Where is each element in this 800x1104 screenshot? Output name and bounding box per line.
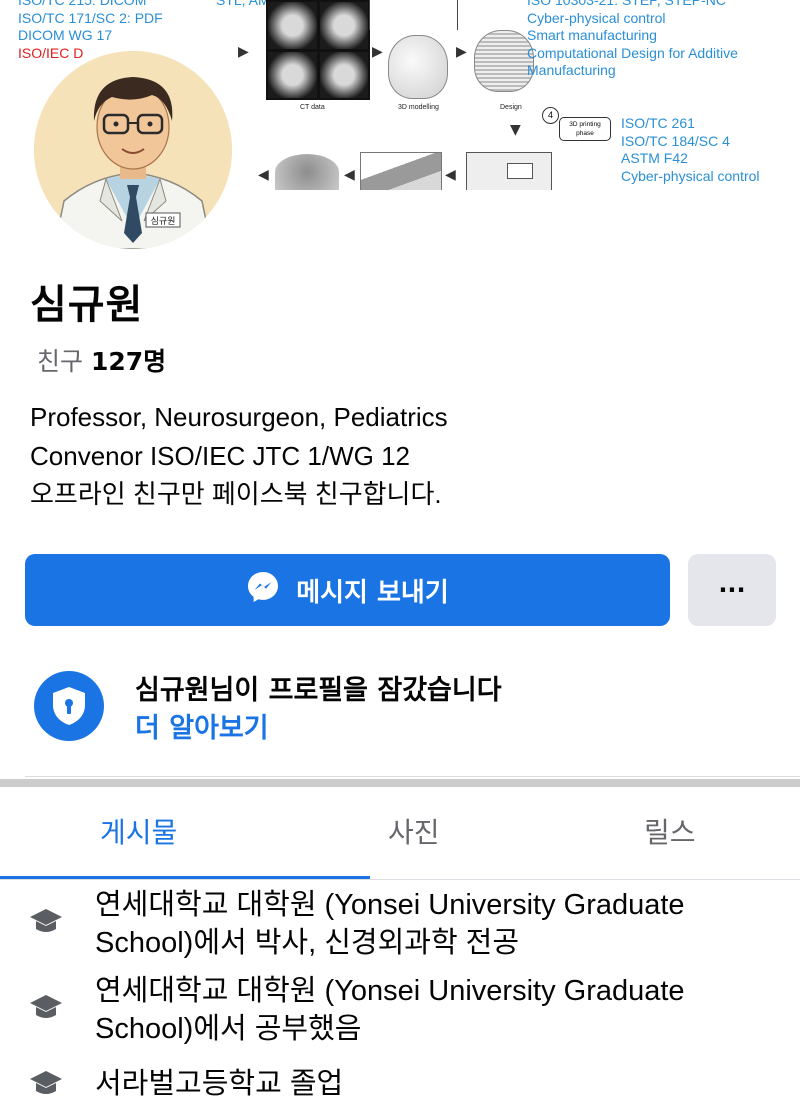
education-text: 연세대학교 대학원 (Yonsei University Graduate Sc…: [95, 975, 685, 1045]
ct-scan-image: [266, 0, 370, 100]
cover-caption: CT data: [300, 104, 325, 111]
cover-text: Computational Design for Additive: [527, 44, 738, 61]
cover-text: Cyber-physical control: [621, 167, 760, 184]
cover-text: Cyber-physical control: [527, 9, 666, 26]
phase-number: 4: [542, 107, 559, 124]
tab-posts[interactable]: 게시물: [100, 811, 177, 851]
more-options-button[interactable]: ···: [688, 554, 776, 626]
friends-count[interactable]: 친구 127명: [37, 342, 166, 378]
bio-line: Professor, Neurosurgeon, Pediatrics: [30, 402, 448, 432]
skull-design-image: [474, 30, 534, 92]
arrow-right-icon: ▶: [456, 44, 467, 60]
cover-standards-right: ISO 10303-21: STEP, STEP-NC Cyber-physic…: [527, 0, 738, 80]
tab-photos[interactable]: 사진: [388, 811, 440, 851]
section-divider: [0, 779, 800, 787]
friends-label: 친구: [37, 347, 84, 376]
locked-profile-title: 심규원님이 프로필을 잠갔습니다: [135, 675, 502, 706]
education-text: 연세대학교 대학원 (Yonsei University Graduate Sc…: [95, 889, 685, 959]
avatar-badge: 심규원: [151, 216, 176, 227]
cover-text: ISO/TC 215: DICOM: [18, 0, 147, 8]
tab-reels[interactable]: 릴스: [644, 811, 696, 851]
profile-name: 심규원: [30, 282, 144, 328]
profile-avatar[interactable]: 심규원: [30, 47, 236, 253]
cover-text: ISO/TC 171/SC 2: PDF: [18, 9, 163, 26]
profile-bio: Professor, Neurosurgeon, Pediatrics Conv…: [30, 398, 448, 514]
cover-text: ISO/TC 184/SC 4: [621, 132, 730, 149]
send-message-label: 메시지 보내기: [296, 577, 449, 608]
cover-text: DICOM WG 17: [18, 27, 113, 43]
arrow-left-icon: ◀: [445, 167, 456, 183]
cover-text: ASTM F42: [621, 150, 688, 166]
send-message-button[interactable]: 메시지 보내기: [25, 554, 670, 626]
messenger-icon: [246, 570, 280, 611]
arrow-left-icon: ◀: [258, 167, 269, 183]
education-text: 서라벌고등학교 졸업: [95, 1068, 344, 1100]
more-icon: ···: [718, 576, 746, 604]
learn-more-link[interactable]: 더 알아보기: [135, 706, 269, 745]
graduation-cap-icon: [28, 993, 64, 1023]
graduation-cap-icon: [28, 1069, 64, 1099]
tab-divider: [0, 879, 800, 880]
arrow-right-icon: ▶: [372, 44, 383, 60]
cover-standards-lower: ISO/TC 261 ISO/TC 184/SC 4 ASTM F42 Cybe…: [621, 115, 760, 185]
locked-profile-shield-icon: [34, 671, 104, 741]
graduation-cap-icon: [28, 907, 64, 937]
skull-model-image: [388, 35, 448, 99]
arrow-down-icon: ▼: [510, 122, 521, 138]
implant-image: [360, 152, 442, 190]
cover-text: ISO 10303-21: STEP, STEP-NC: [527, 0, 726, 8]
cover-text: Manufacturing: [527, 62, 616, 78]
arrow-right-icon: ▶: [238, 44, 249, 60]
cover-text: Smart manufacturing: [527, 27, 657, 43]
bio-line: Convenor ISO/IEC JTC 1/WG 12: [30, 440, 411, 471]
connector-line: [457, 0, 458, 30]
connector-line: [369, 0, 370, 30]
printer-image: [466, 152, 552, 190]
cover-caption: 3D modelling: [398, 104, 439, 111]
phase-box: 3D printing phase: [559, 117, 611, 141]
divider: [25, 776, 800, 777]
cover-text: ISO/TC 261: [621, 115, 695, 131]
friends-number: 127명: [90, 347, 167, 376]
cover-caption: Design: [500, 104, 522, 111]
bio-line: 오프라인 친구만 페이스북 친구합니다.: [30, 479, 442, 509]
skull-implant-image: [275, 154, 339, 190]
arrow-left-icon: ◀: [344, 167, 355, 183]
